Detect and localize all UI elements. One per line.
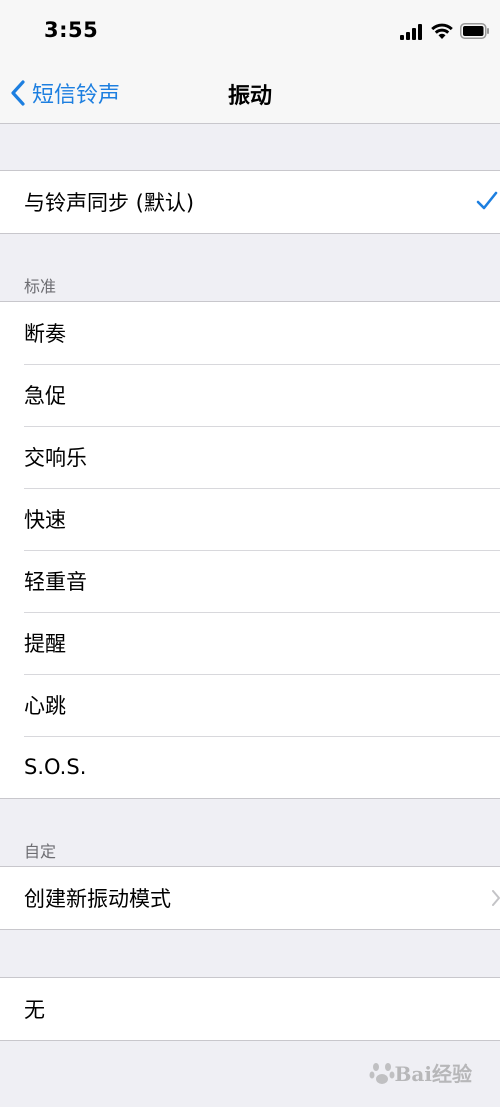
battery-icon	[460, 23, 489, 39]
status-time: 3:55	[44, 18, 99, 42]
status-bar: 3:55	[0, 0, 500, 62]
option-label: S.O.S.	[24, 755, 87, 779]
option-quick[interactable]: 快速	[0, 488, 500, 550]
option-symphony[interactable]: 交响乐	[0, 426, 500, 488]
option-none[interactable]: 无	[0, 978, 500, 1040]
cellular-signal-icon	[400, 24, 422, 40]
chevron-right-icon	[492, 890, 500, 906]
custom-group: 创建新振动模式	[0, 866, 500, 930]
option-label: 轻重音	[24, 570, 87, 594]
create-new-vibration-button[interactable]: 创建新振动模式	[0, 867, 500, 929]
option-label: 心跳	[24, 694, 66, 718]
option-alert[interactable]: 提醒	[0, 612, 500, 674]
paw-logo-icon	[369, 1062, 395, 1084]
baidu-watermark: Bai经验	[369, 1058, 472, 1087]
option-rapid[interactable]: 急促	[0, 364, 500, 426]
option-accent[interactable]: 轻重音	[0, 550, 500, 612]
standard-group: 断奏 急促 交响乐 快速 轻重音 提醒 心跳 S.O.S.	[0, 301, 500, 799]
wifi-icon	[431, 23, 453, 39]
section-header-standard: 标准	[24, 277, 57, 296]
option-label: 创建新振动模式	[24, 887, 171, 911]
watermark-text: Bai经验	[394, 1062, 472, 1086]
option-sos[interactable]: S.O.S.	[0, 736, 500, 798]
option-heartbeat[interactable]: 心跳	[0, 674, 500, 736]
option-staccato[interactable]: 断奏	[0, 302, 500, 364]
option-label: 交响乐	[24, 446, 87, 470]
status-icons	[400, 22, 500, 40]
checkmark-icon	[476, 191, 498, 210]
option-label: 无	[24, 998, 45, 1022]
option-label: 快速	[24, 508, 66, 532]
sync-group: 与铃声同步 (默认)	[0, 170, 500, 234]
page-title: 振动	[227, 84, 272, 109]
option-label: 提醒	[24, 632, 66, 656]
option-label: 急促	[24, 384, 66, 408]
none-group: 无	[0, 977, 500, 1041]
section-header-custom: 自定	[24, 842, 57, 861]
option-label: 与铃声同步 (默认)	[24, 191, 195, 215]
option-label: 断奏	[24, 322, 66, 346]
option-sync-with-ringtone[interactable]: 与铃声同步 (默认)	[0, 171, 500, 233]
navigation-bar: 短信铃声 振动	[0, 62, 500, 124]
